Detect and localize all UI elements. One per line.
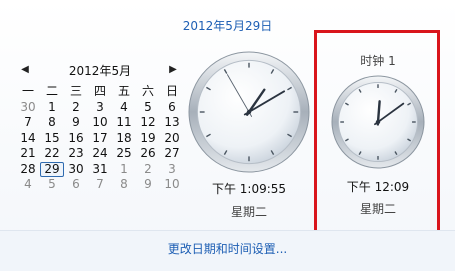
calendar-day[interactable]: 13 <box>160 115 184 131</box>
calendar-day[interactable]: 2 <box>136 162 160 178</box>
calendar-day[interactable]: 26 <box>136 146 160 162</box>
change-datetime-settings-link[interactable]: 更改日期和时间设置... <box>0 240 455 257</box>
weekday-label: 五 <box>117 84 130 98</box>
calendar-day[interactable]: 9 <box>136 177 160 193</box>
calendar-day[interactable]: 11 <box>112 115 136 131</box>
calendar-day[interactable]: 7 <box>88 177 112 193</box>
weekday-label: 四 <box>93 84 106 98</box>
calendar-nav: ◀ 2012年5月 ▶ <box>16 62 184 80</box>
calendar-day[interactable]: 12 <box>136 115 160 131</box>
calendar-day[interactable]: 16 <box>64 131 88 147</box>
weekday-label: 六 <box>141 84 154 98</box>
calendar-day[interactable]: 18 <box>112 131 136 147</box>
calendar-day[interactable]: 10 <box>88 115 112 131</box>
calendar-day[interactable]: 4 <box>16 177 40 193</box>
calendar-day[interactable]: 7 <box>16 115 40 131</box>
next-month-icon[interactable]: ▶ <box>166 63 180 77</box>
calendar-day[interactable]: 4 <box>112 100 136 116</box>
calendar-grid: 一 二 三 四 五 六 日 30 1 2 3 4 5 6 7 8 9 10 11… <box>16 84 184 193</box>
local-clock-weekday: 星期二 <box>230 205 267 219</box>
clock-center-pin <box>246 109 252 115</box>
local-clock: 下午 1:09:55 星期二 <box>186 50 312 225</box>
calendar-day[interactable]: 6 <box>64 177 88 193</box>
calendar-day[interactable]: 15 <box>40 131 64 147</box>
calendar-day[interactable]: 14 <box>16 131 40 147</box>
calendar-day[interactable]: 1 <box>40 100 64 116</box>
calendar-day[interactable]: 23 <box>64 146 88 162</box>
calendar-day[interactable]: 19 <box>136 131 160 147</box>
weekday-label: 一 <box>21 84 34 98</box>
calendar-day[interactable]: 20 <box>160 131 184 147</box>
weekday-label: 三 <box>69 84 82 98</box>
calendar-day[interactable]: 5 <box>136 100 160 116</box>
calendar-day[interactable]: 1 <box>112 162 136 178</box>
calendar-day[interactable]: 10 <box>160 177 184 193</box>
calendar-week-row: 7 8 9 10 11 12 13 <box>16 115 184 131</box>
calendar-day[interactable]: 2 <box>64 100 88 116</box>
weekday-label: 二 <box>45 84 58 98</box>
local-clock-time: 下午 1:09:55 <box>211 182 287 196</box>
calendar-week-row: 30 1 2 3 4 5 6 <box>16 100 184 116</box>
calendar-day-today[interactable]: 29 <box>40 161 64 177</box>
calendar-month-label[interactable]: 2012年5月 <box>16 62 184 79</box>
calendar-week-row: 14 15 16 17 18 19 20 <box>16 131 184 147</box>
calendar-day[interactable]: 25 <box>112 146 136 162</box>
calendar-day[interactable]: 30 <box>16 100 40 116</box>
calendar-day[interactable]: 21 <box>16 146 40 162</box>
calendar-day[interactable]: 3 <box>88 100 112 116</box>
calendar-weekday-header: 一 二 三 四 五 六 日 <box>16 84 184 100</box>
analog-clock-icon <box>188 51 310 173</box>
datetime-flyout: 2012年5月29日 ◀ 2012年5月 ▶ 一 二 三 四 五 六 日 30 … <box>0 0 455 271</box>
calendar-week-row: 4 5 6 7 8 9 10 <box>16 177 184 193</box>
calendar-day[interactable]: 24 <box>88 146 112 162</box>
calendar-week-row: 21 22 23 24 25 26 27 <box>16 146 184 162</box>
highlight-frame <box>314 30 440 233</box>
calendar-day[interactable]: 31 <box>88 162 112 178</box>
calendar-week-row: 28 29 30 31 1 2 3 <box>16 161 184 178</box>
calendar-day[interactable]: 22 <box>40 146 64 162</box>
calendar-day[interactable]: 30 <box>64 162 88 178</box>
calendar-day[interactable]: 6 <box>160 100 184 116</box>
calendar-day[interactable]: 8 <box>112 177 136 193</box>
calendar-day[interactable]: 9 <box>64 115 88 131</box>
calendar-day[interactable]: 3 <box>160 162 184 178</box>
calendar-day[interactable]: 28 <box>16 162 40 178</box>
weekday-label: 日 <box>165 84 178 98</box>
flyout-footer: 更改日期和时间设置... <box>0 230 455 271</box>
calendar-day[interactable]: 27 <box>160 146 184 162</box>
calendar-day[interactable]: 5 <box>40 177 64 193</box>
local-clock-face <box>187 50 311 174</box>
calendar-day[interactable]: 17 <box>88 131 112 147</box>
calendar-day[interactable]: 8 <box>40 115 64 131</box>
